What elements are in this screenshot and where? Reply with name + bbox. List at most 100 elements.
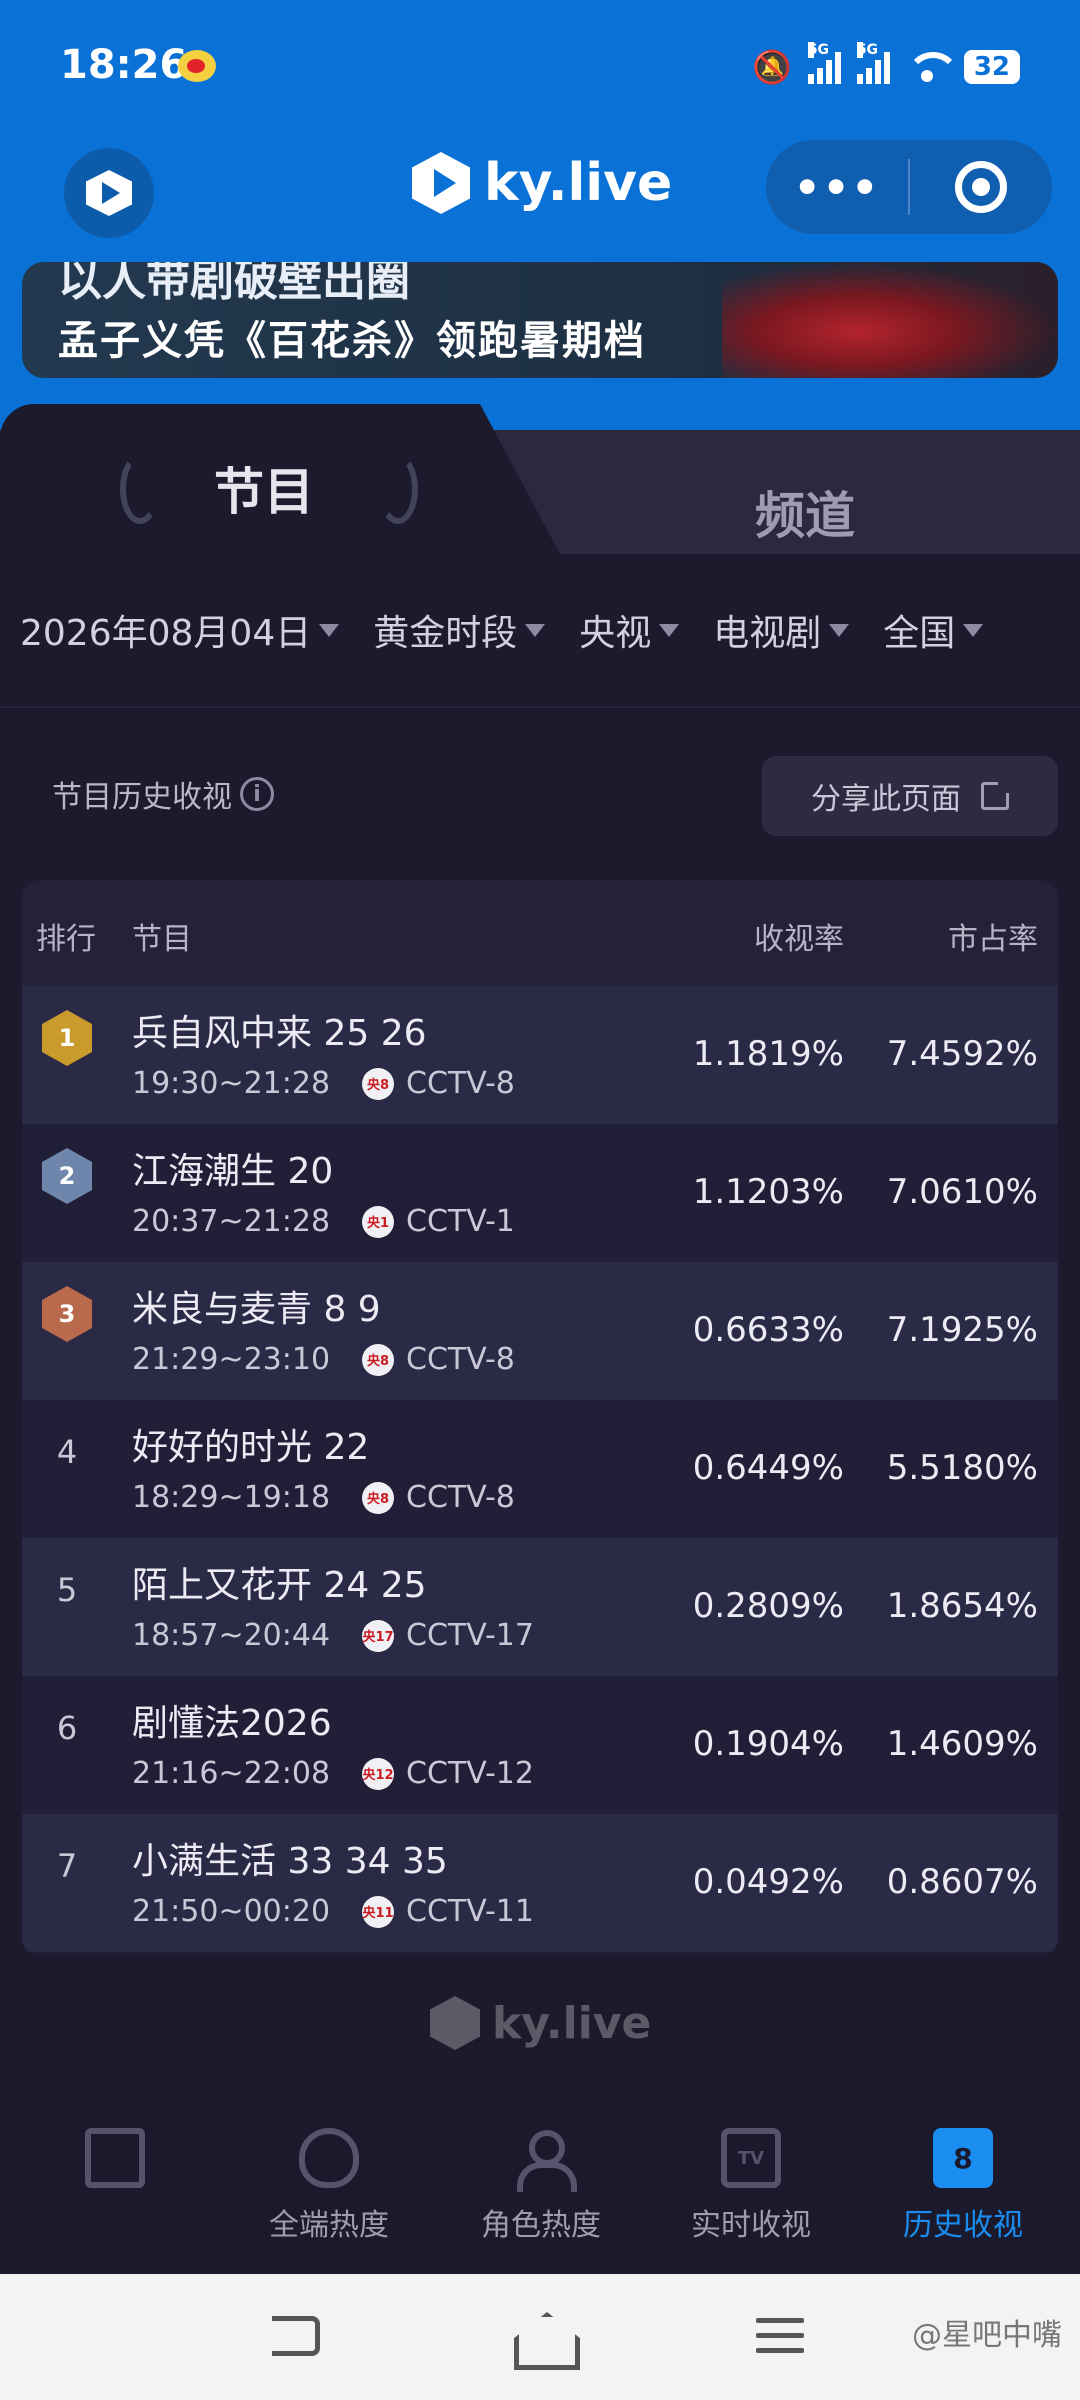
cctv-logo-icon: 央17 <box>362 1619 394 1652</box>
share-page-button[interactable]: 分享此页面 <box>762 756 1058 836</box>
nav-item-realtime[interactable]: TV 实时收视 <box>646 2128 856 2244</box>
system-nav-bar: @星吧中嘴 <box>0 2274 1080 2400</box>
table-row[interactable]: 2 江海潮生 20 20:37~21:28 央1 CCTV-1 1.1203% 7.0610… <box>22 1124 1058 1262</box>
more-button[interactable]: ••• <box>766 163 908 212</box>
app-logo-button[interactable] <box>64 148 154 238</box>
nav-label: 实时收视 <box>691 2208 811 2243</box>
share-value: 5.5180% <box>886 1448 1038 1488</box>
rank-medal-icon: 3 <box>42 1286 92 1342</box>
bottom-nav: 全端热度 角色热度 TV 实时收视 8 历史收视 <box>0 2110 1080 2274</box>
share-value: 7.1925% <box>886 1310 1038 1350</box>
menu-icon[interactable] <box>756 2318 804 2363</box>
program-time: 19:30~21:28 <box>132 1066 331 1101</box>
rating-value: 0.2809% <box>692 1586 844 1626</box>
rank-number: 5 <box>56 1571 78 1609</box>
brand-hex-icon <box>412 152 470 214</box>
filter-genre[interactable]: 电视剧 <box>713 604 850 656</box>
filter-date[interactable]: 2026年08月04日 <box>20 604 340 656</box>
filter-timeslot[interactable]: 黄金时段 <box>373 604 546 656</box>
rating-value: 0.6633% <box>692 1310 844 1350</box>
bell-off-icon: 🔕 <box>751 48 792 86</box>
program-time: 21:50~00:20 <box>132 1894 331 1929</box>
tab-label: 频道 <box>755 487 855 545</box>
filter-label: 黄金时段 <box>373 613 518 654</box>
program-time: 18:29~19:18 <box>132 1480 331 1515</box>
rank-number: 6 <box>56 1709 78 1747</box>
table-row[interactable]: 3 米良与麦青 8 9 21:29~23:10 央8 CCTV-8 0.6633% 7.19… <box>22 1262 1058 1400</box>
fire-icon <box>299 2128 359 2188</box>
home-icon[interactable] <box>514 2312 570 2360</box>
cctv-logo-icon: 央8 <box>362 1481 394 1514</box>
caret-down-icon <box>659 623 680 637</box>
program-meta: 18:29~19:18 央8 CCTV-8 <box>132 1480 515 1515</box>
nav-item-history[interactable]: 8 历史收视 <box>858 2128 1068 2244</box>
program-channel: CCTV-8 <box>406 1342 515 1377</box>
info-icon[interactable]: i <box>240 777 274 811</box>
program-time: 21:16~22:08 <box>132 1756 331 1791</box>
laurel-right-icon <box>378 454 418 524</box>
tv-icon: TV <box>721 2128 781 2188</box>
tab-programs[interactable]: 节目 <box>0 404 560 554</box>
program-channel: CCTV-12 <box>406 1756 534 1791</box>
table-row[interactable]: 1 兵自风中来 25 26 19:30~21:28 央8 CCTV-8 1.1819% 7.… <box>22 986 1058 1124</box>
table-row[interactable]: 7 小满生活 33 34 35 21:50~00:20 央11 CCTV-11 0.049… <box>22 1814 1058 1952</box>
nav-item-heat[interactable]: 全端热度 <box>224 2128 434 2244</box>
program-title: 剧懂法2026 <box>132 1703 332 1744</box>
filter-label: 2026年08月04日 <box>20 613 312 654</box>
filter-network[interactable]: 央视 <box>579 604 680 656</box>
banner-line1: 以人带剧破壁出圈 <box>58 262 410 306</box>
rank-medal-icon: 1 <box>42 1010 92 1066</box>
nav-label: 全端热度 <box>269 2208 389 2243</box>
tab-label: 节目 <box>214 463 314 521</box>
play-hex-icon <box>86 170 132 216</box>
table-row[interactable]: 5 陌上又花开 24 25 18:57~20:44 央17 CCTV-17 0.2809%… <box>22 1538 1058 1676</box>
divider <box>0 706 1080 708</box>
filter-label: 全国 <box>883 613 956 654</box>
program-meta: 19:30~21:28 央8 CCTV-8 <box>132 1066 515 1101</box>
nav-item-ranking[interactable] <box>10 2128 220 2200</box>
program-channel: CCTV-1 <box>406 1204 515 1239</box>
share-value: 7.0610% <box>886 1172 1038 1212</box>
program-meta: 18:57~20:44 央17 CCTV-17 <box>132 1618 534 1653</box>
cctv-logo-icon: 央8 <box>362 1343 394 1376</box>
table-row[interactable]: 4 好好的时光 22 18:29~19:18 央8 CCTV-8 0.6449% 5.518… <box>22 1400 1058 1538</box>
promo-banner[interactable]: 以人带剧破壁出圈 孟子义凭《百花杀》领跑暑期档 <box>22 262 1058 378</box>
table-row[interactable]: 6 剧懂法2026 21:16~22:08 央12 CCTV-12 0.1904% 1.46… <box>22 1676 1058 1814</box>
caret-down-icon <box>829 623 850 637</box>
filter-region[interactable]: 全国 <box>883 604 984 656</box>
program-channel: CCTV-8 <box>406 1480 515 1515</box>
program-meta: 21:50~00:20 央11 CCTV-11 <box>132 1894 534 1929</box>
program-title: 米良与麦青 8 9 <box>132 1289 381 1330</box>
filter-label: 电视剧 <box>713 613 822 654</box>
rating-value: 0.1904% <box>692 1724 844 1764</box>
header-rating: 收视率 <box>754 922 844 957</box>
target-icon <box>955 161 1007 213</box>
banner-line2: 孟子义凭《百花杀》领跑暑期档 <box>58 318 646 364</box>
external-link-icon <box>981 779 1012 810</box>
ratings-table: 排行 节目 收视率 市占率 1 兵自风中来 25 26 19:30~21:28 央8 C… <box>22 880 1058 1956</box>
program-channel: CCTV-11 <box>406 1894 534 1929</box>
share-value: 0.8607% <box>886 1862 1038 1902</box>
header-rank: 排行 <box>36 922 96 957</box>
back-icon[interactable] <box>272 2316 320 2356</box>
share-value: 1.4609% <box>886 1724 1038 1764</box>
program-time: 20:37~21:28 <box>132 1204 331 1239</box>
header-share: 市占率 <box>948 922 1038 957</box>
filter-label: 央视 <box>579 613 652 654</box>
caret-down-icon <box>525 623 546 637</box>
nav-label: 历史收视 <box>903 2208 1023 2243</box>
table-header: 排行 节目 收视率 市占率 <box>22 880 1058 986</box>
program-title: 陌上又花开 24 25 <box>132 1565 427 1606</box>
nav-item-role-heat[interactable]: 角色热度 <box>436 2128 646 2244</box>
rank-medal-icon: 2 <box>42 1148 92 1204</box>
status-time: 18:26 <box>60 42 188 88</box>
cctv-logo-icon: 央11 <box>362 1895 394 1928</box>
section-title: 节目历史收视 i <box>52 772 274 816</box>
tab-bar: 频道 节目 <box>0 404 1080 554</box>
footer-brand: ky.live <box>492 1997 652 2049</box>
program-time: 21:29~23:10 <box>132 1342 331 1377</box>
close-miniprogram-button[interactable] <box>910 161 1052 213</box>
program-title: 小满生活 33 34 35 <box>132 1841 448 1882</box>
rank-number: 7 <box>56 1847 78 1885</box>
brand-logo: ky.live <box>412 152 672 214</box>
